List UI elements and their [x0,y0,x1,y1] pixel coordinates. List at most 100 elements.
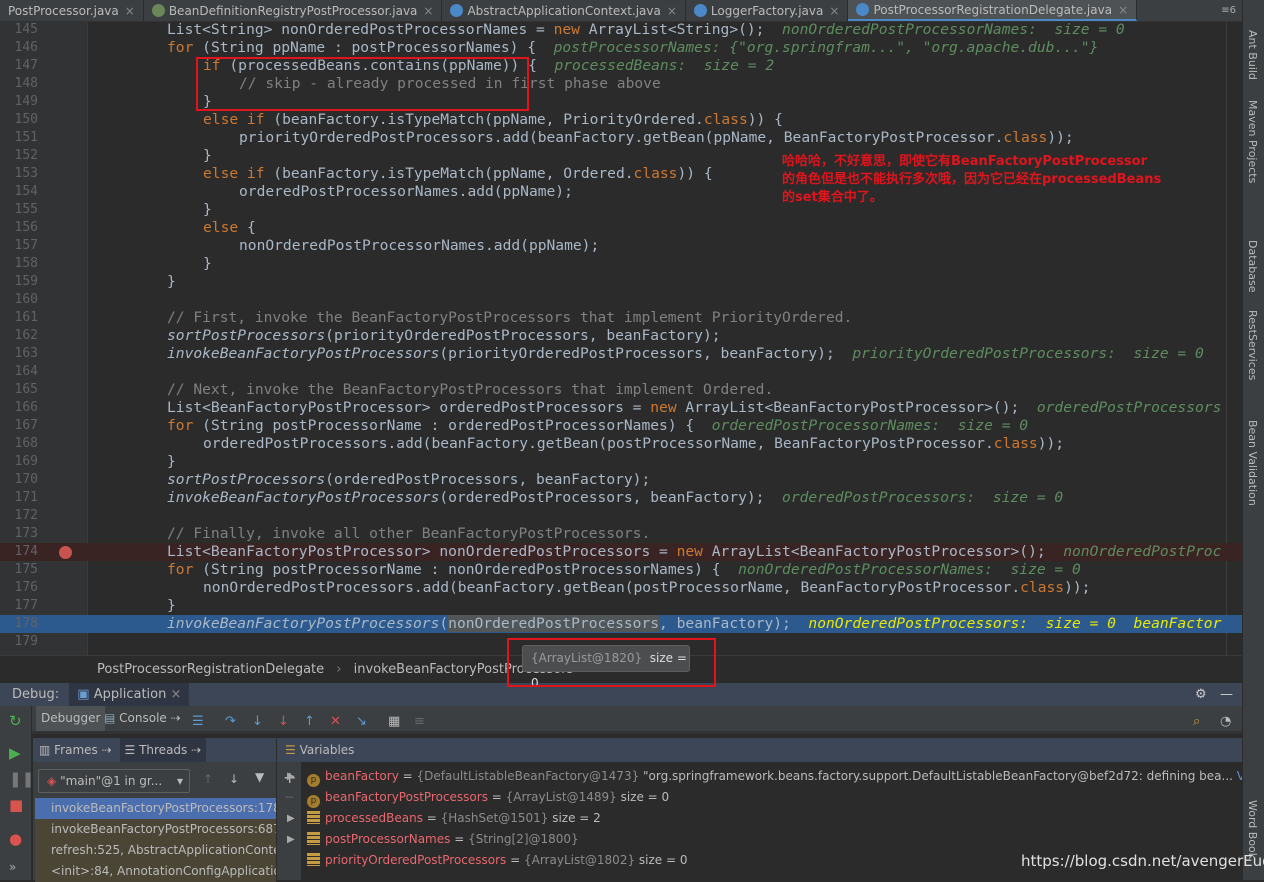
tab-threads[interactable]: ☰ Threads ⇢ [119,738,207,762]
code-text[interactable]: } [203,255,212,273]
code-text[interactable]: invokeBeanFactoryPostProcessors(nonOrder… [167,615,1221,633]
tab-file[interactable]: PostProcessorRegistrationDelegate.java × [848,0,1138,21]
tool-window-ant-build[interactable]: Ant Build [1246,30,1259,80]
tab-file[interactable]: LoggerFactory.java × [686,0,849,21]
code-text[interactable]: sortPostProcessors(priorityOrderedPostPr… [167,327,721,345]
tool-window-database[interactable]: Database [1246,240,1259,293]
code-editor[interactable]: 145 List<String> nonOrderedPostProcessorN… [0,22,1242,655]
tab-file[interactable]: AbstractApplicationContext.java × [442,0,686,21]
tab-label: AbstractApplicationContext.java [467,3,661,18]
tab-debugger[interactable]: Debugger [36,706,106,731]
application-icon: ▣ [77,687,90,702]
tool-window-word-book[interactable]: Word Book [1246,800,1259,859]
rerun-icon[interactable]: ↻ [9,712,22,730]
resume-icon[interactable]: ▶ [9,744,21,762]
stop-icon[interactable]: ■ [9,796,23,814]
tool-window-restservices[interactable]: RestServices [1246,310,1259,380]
show-execution-point-icon[interactable]: ☰ [192,714,204,729]
code-text[interactable]: orderedPostProcessorNames.add(ppName); [239,183,573,201]
view-breakpoints-icon[interactable]: ● [9,830,22,848]
variable-row[interactable]: ▶ postProcessorNames = {String[2]@1800} [287,829,579,850]
stack-frame[interactable]: invokeBeanFactoryPostProcessors:178, [35,798,276,819]
breakpoint-icon[interactable] [59,546,72,559]
drop-frame-icon[interactable]: ✕ [330,714,341,729]
tool-window-bean-validation[interactable]: Bean Validation [1246,420,1259,506]
close-icon[interactable]: × [667,4,677,18]
expand-icon[interactable]: ▶ [287,829,295,850]
code-text[interactable]: List<BeanFactoryPostProcessor> nonOrdere… [167,543,1221,561]
code-text[interactable]: List<String> nonOrderedPostProcessorName… [167,22,1125,39]
tool-window-maven-projects[interactable]: Maven Projects [1246,100,1259,183]
code-text[interactable]: } [203,201,212,219]
code-text[interactable]: else if (beanFactory.isTypeMatch(ppName,… [203,165,713,183]
search-icon[interactable]: ⌕ [1193,714,1200,729]
filter-icon[interactable]: ▼ [255,770,264,784]
debug-config-tab[interactable]: ▣ Application × [69,683,190,706]
code-line: 148// skip - already processed in first … [0,75,1242,93]
code-text[interactable]: nonOrderedPostProcessorNames.add(ppName)… [239,237,599,255]
step-out-icon[interactable]: ↑ [304,714,315,729]
variable-row[interactable]: priorityOrderedPostProcessors = {ArrayLi… [307,850,688,871]
tab-file[interactable]: PostProcessor.java × [0,0,144,21]
more-icon[interactable]: » [9,860,16,874]
stack-frame[interactable]: refresh:525, AbstractApplicationContex [35,840,276,861]
stack-frame[interactable]: invokeBeanFactoryPostProcessors:687, [35,819,276,840]
code-text[interactable]: // Finally, invoke all other BeanFactory… [167,525,650,543]
evaluate-expression-icon[interactable]: ▦ [388,714,400,729]
code-text[interactable]: nonOrderedPostProcessors.add(beanFactory… [203,579,1090,597]
line-number: 159 [14,274,38,289]
code-text[interactable]: sortPostProcessors(orderedPostProcessors… [167,471,650,489]
line-number: 149 [14,94,38,109]
step-over-icon[interactable]: ↷ [225,714,236,729]
code-text[interactable]: else if (beanFactory.isTypeMatch(ppName,… [203,111,783,129]
code-token: ArrayList<BeanFactoryPostProcessor>(); [685,399,1020,416]
code-text[interactable]: for (String postProcessorName : orderedP… [167,417,1028,435]
close-icon[interactable]: × [125,4,135,18]
step-into-icon[interactable]: ↓ [252,714,263,729]
close-icon[interactable]: × [171,687,182,702]
tab-console[interactable]: ▤ Console ⇢ [104,706,181,731]
code-token: } [203,255,212,272]
code-token: (priorityOrderedPostProcessors, beanFact… [439,345,835,362]
code-text[interactable]: // First, invoke the BeanFactoryPostProc… [167,309,852,327]
code-text[interactable]: for (String ppName : postProcessorNames)… [167,39,1098,57]
run-to-cursor-icon[interactable]: ↘ [356,714,367,729]
stack-frame[interactable]: <init>:84, AnnotationConfigApplication [35,861,276,882]
code-text[interactable]: orderedPostProcessors.add(beanFactory.ge… [203,435,1064,453]
tab-file[interactable]: BeanDefinitionRegistryPostProcessor.java… [144,0,443,21]
variable-row[interactable]: ▶ p beanFactory = {DefaultListableBeanFact… [287,766,1264,787]
breadcrumb-class[interactable]: PostProcessorRegistrationDelegate [97,662,324,677]
code-text[interactable]: else { [203,219,256,237]
code-text[interactable]: List<BeanFactoryPostProcessor> orderedPo… [167,399,1221,417]
close-icon[interactable]: × [423,4,433,18]
code-line: 145 List<String> nonOrderedPostProcessorN… [0,22,1242,39]
thread-select[interactable]: ◈ "main"@1 in gr... ▾ [38,769,190,793]
expand-icon[interactable]: ▶ [287,766,295,787]
code-text[interactable]: } [167,273,176,291]
code-text[interactable]: for (String postProcessorName : nonOrder… [167,561,1081,579]
code-text[interactable]: // Next, invoke the BeanFactoryPostProce… [167,381,773,399]
remove-watch-icon[interactable]: − [284,790,294,804]
close-icon[interactable]: × [1118,3,1128,17]
force-step-into-icon[interactable]: ↓ [278,714,289,729]
gear-icon[interactable]: ⚙ [1195,683,1207,706]
expand-icon[interactable]: ▶ [287,808,295,829]
variable-row[interactable]: ▶ processedBeans = {HashSet@1501} size = … [287,808,601,829]
variable-row[interactable]: p beanFactoryPostProcessors = {ArrayList@… [307,787,669,808]
code-text[interactable]: invokeBeanFactoryPostProcessors(priority… [167,345,1204,363]
trace-icon[interactable]: ≡ [414,714,425,729]
next-frame-icon[interactable]: ↓ [229,772,239,786]
code-text[interactable]: invokeBeanFactoryPostProcessors(orderedP… [167,489,1063,507]
previous-frame-icon[interactable]: ↑ [203,772,213,786]
code-text[interactable]: } [167,453,176,471]
memory-icon[interactable]: ◔ [1220,714,1231,729]
pause-icon[interactable]: ❚❚ [9,770,34,788]
code-text[interactable]: priorityOrderedPostProcessors.add(beanFa… [239,129,1074,147]
tab-overflow-button[interactable]: ≡6 [1215,0,1242,21]
close-icon[interactable]: × [829,4,839,18]
tab-label: PostProcessor.java [8,3,119,18]
code-text[interactable]: } [203,147,212,165]
tab-frames[interactable]: ▥ Frames ⇢ [33,743,112,757]
code-text[interactable]: } [167,597,176,615]
minimize-icon[interactable]: — [1220,683,1233,706]
